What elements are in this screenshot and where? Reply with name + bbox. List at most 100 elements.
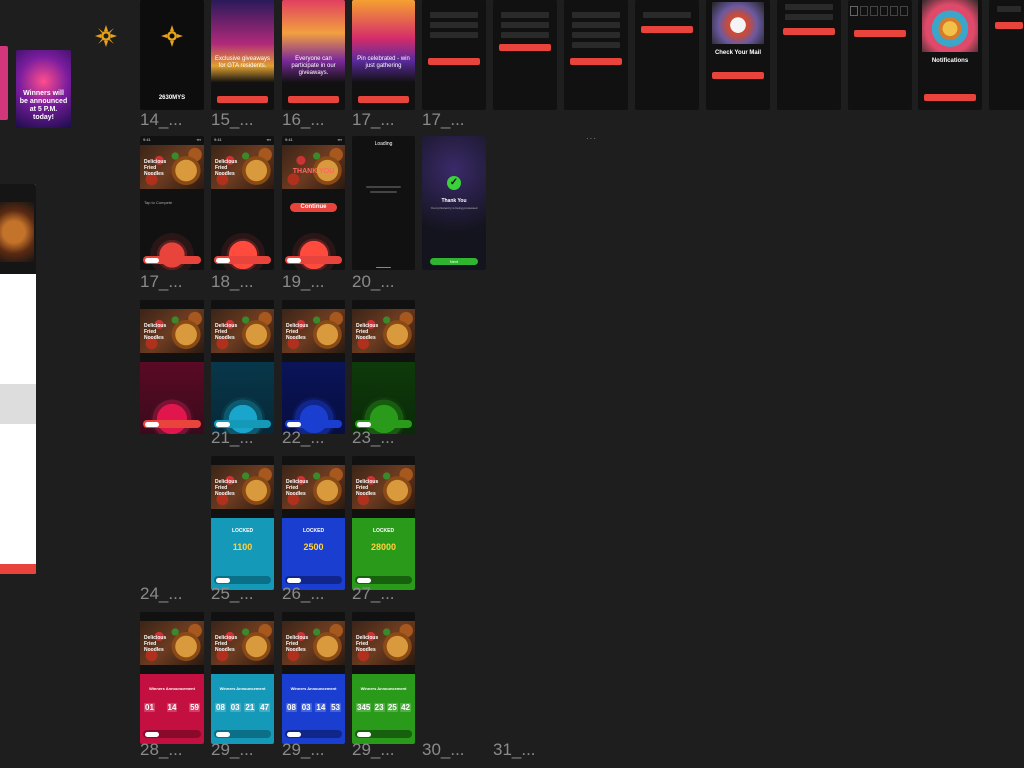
frame-label[interactable]: 29_... (352, 740, 395, 760)
design-canvas[interactable]: Winners will be announced at 5 P.M. toda… (0, 0, 1024, 768)
tab-bar[interactable] (285, 420, 342, 428)
frame-label[interactable]: 27_... (352, 584, 395, 604)
frame-reset[interactable] (777, 0, 841, 110)
onboarding-text: Exclusive giveaways for GTA residents. (214, 56, 271, 69)
signup-button[interactable] (570, 58, 622, 65)
frame-23-green[interactable]: Delicious Fried Noodles (352, 300, 415, 434)
tap-circle[interactable] (150, 397, 194, 434)
frame-label[interactable]: 29_... (282, 740, 325, 760)
frame-check-mail[interactable]: Check Your Mail (706, 0, 770, 110)
frame-label[interactable]: 31_... (493, 740, 536, 760)
frame-29b-winners[interactable]: Delicious Fried Noodles Winners Announce… (282, 612, 345, 744)
next-button[interactable]: Next (430, 258, 478, 265)
tab-bar[interactable] (143, 420, 201, 428)
frame-21-crimson[interactable]: Delicious Fried Noodles (140, 300, 204, 434)
frame-label[interactable]: 16_... (282, 110, 325, 130)
frame-label[interactable]: 21_... (211, 428, 254, 448)
frame-label[interactable]: 24_... (140, 584, 183, 604)
tab-bar[interactable] (214, 576, 271, 584)
frame-label[interactable]: 28_... (140, 740, 183, 760)
frame-29c-winners[interactable]: Delicious Fried Noodles Winners Announce… (352, 612, 415, 744)
frame-label[interactable]: 23_... (352, 428, 395, 448)
frame-otp[interactable] (848, 0, 912, 110)
tab-bar[interactable] (285, 730, 342, 738)
loading-text: Loading (374, 141, 393, 147)
frame-15[interactable]: Exclusive giveaways for GTA residents. (211, 0, 274, 110)
submit-button[interactable] (428, 58, 480, 65)
winners-title: Winners Announcement (290, 686, 337, 691)
frame-25-locked-teal[interactable]: Delicious Fried Noodles LOCKED 1100 (211, 456, 274, 590)
frame-17-tap[interactable]: 9:41 ▪▪▪ Delicious Fried Noodles Tap to C… (140, 136, 204, 270)
frame-forgot[interactable] (635, 0, 699, 110)
count-seconds: 53 (330, 703, 341, 712)
open-mail-button[interactable] (712, 72, 764, 79)
frame-label[interactable]: 20_... (352, 272, 395, 292)
frame-21-teal[interactable]: Delicious Fried Noodles (211, 300, 274, 434)
next-button[interactable] (288, 96, 339, 103)
frame-22-blue[interactable]: Delicious Fried Noodles (282, 300, 345, 434)
frame-signin[interactable] (493, 0, 557, 110)
verify-button[interactable] (854, 30, 906, 37)
locked-label: LOCKED (302, 528, 325, 534)
count-hours: 23 (373, 703, 385, 712)
tab-bar[interactable] (214, 256, 271, 264)
frame-partial-right[interactable] (989, 0, 1024, 110)
frame-label[interactable]: 17_... (140, 272, 183, 292)
frame-label[interactable]: 30_... (422, 740, 465, 760)
frame-label[interactable]: 17_... (352, 110, 395, 130)
frame-27-locked-green[interactable]: Delicious Fried Noodles LOCKED 28000 (352, 456, 415, 590)
frame-label[interactable]: 26_... (282, 584, 325, 604)
frame-label[interactable]: 18_... (211, 272, 254, 292)
frame-26-locked-blue[interactable]: Delicious Fried Noodles LOCKED 2500 (282, 456, 345, 590)
tab-bar[interactable] (214, 730, 271, 738)
tap-circle[interactable] (291, 233, 336, 270)
continue-button[interactable]: Continue (290, 203, 337, 212)
tab-bar[interactable] (285, 256, 342, 264)
frame-notifications[interactable]: Notifications (918, 0, 982, 110)
frame-16[interactable]: Everyone can participate in our giveaway… (282, 0, 345, 110)
frame-label[interactable]: 25_... (211, 584, 254, 604)
frame-label[interactable]: 29_... (211, 740, 254, 760)
frame-17a[interactable]: Pin celebrated - win just gathering (352, 0, 415, 110)
send-button[interactable] (641, 26, 693, 33)
frame-label[interactable]: 15_... (211, 110, 254, 130)
frame-18-tap[interactable]: 9:41 ▪▪▪ Delicious Fried Noodles (211, 136, 274, 270)
tab-bar[interactable] (285, 576, 342, 584)
frame-promo[interactable]: Winners will be announced at 5 P.M. toda… (16, 50, 71, 128)
frame-label[interactable]: 22_... (282, 428, 325, 448)
continue-button[interactable] (358, 96, 409, 103)
resize-handle-dots[interactable]: ··· (586, 134, 597, 143)
frame-20-loading[interactable]: Loading (352, 136, 415, 270)
frame-19-thanks[interactable]: 9:41 ▪▪▪ THANK YOU Continue (282, 136, 345, 270)
locked-amount: 28000 (370, 542, 397, 552)
tab-bar[interactable] (355, 730, 412, 738)
frame-20-thankyou[interactable]: ✓ Thank You Your prize/entry is being pr… (422, 136, 486, 270)
countdown: 345 23 25 42 (356, 703, 411, 712)
winners-title: Winners Announcement (360, 686, 407, 691)
frame-14[interactable]: 2630MYS (140, 0, 204, 110)
frame-partial-left[interactable] (0, 46, 8, 120)
tap-circle[interactable] (150, 233, 194, 270)
frame-28-winners[interactable]: Delicious Fried Noodles Winners Announce… (140, 612, 204, 744)
reset-button[interactable] (783, 28, 835, 35)
count-days: 345 (356, 703, 372, 712)
tap-circle[interactable] (220, 233, 265, 270)
frame-label[interactable]: 17_... (422, 110, 465, 130)
next-button[interactable] (217, 96, 268, 103)
tab-bar[interactable] (214, 420, 271, 428)
frame-17b[interactable] (422, 0, 486, 110)
allow-button[interactable] (924, 94, 976, 101)
count-minutes: 14 (315, 703, 327, 712)
tab-bar[interactable] (143, 256, 201, 264)
tap-prompt: Tap to Compete (144, 200, 173, 205)
tab-bar[interactable] (143, 730, 201, 738)
frame-label[interactable]: 14_... (140, 110, 183, 130)
frame-label[interactable]: 19_... (282, 272, 325, 292)
signin-button[interactable] (499, 44, 551, 51)
tab-bar[interactable] (355, 420, 412, 428)
frame-signup[interactable] (564, 0, 628, 110)
frame-29a-winners[interactable]: Delicious Fried Noodles Winners Announce… (211, 612, 274, 744)
tab-bar[interactable] (355, 576, 412, 584)
action-button[interactable] (995, 22, 1023, 29)
frame-long-left[interactable] (0, 184, 36, 574)
